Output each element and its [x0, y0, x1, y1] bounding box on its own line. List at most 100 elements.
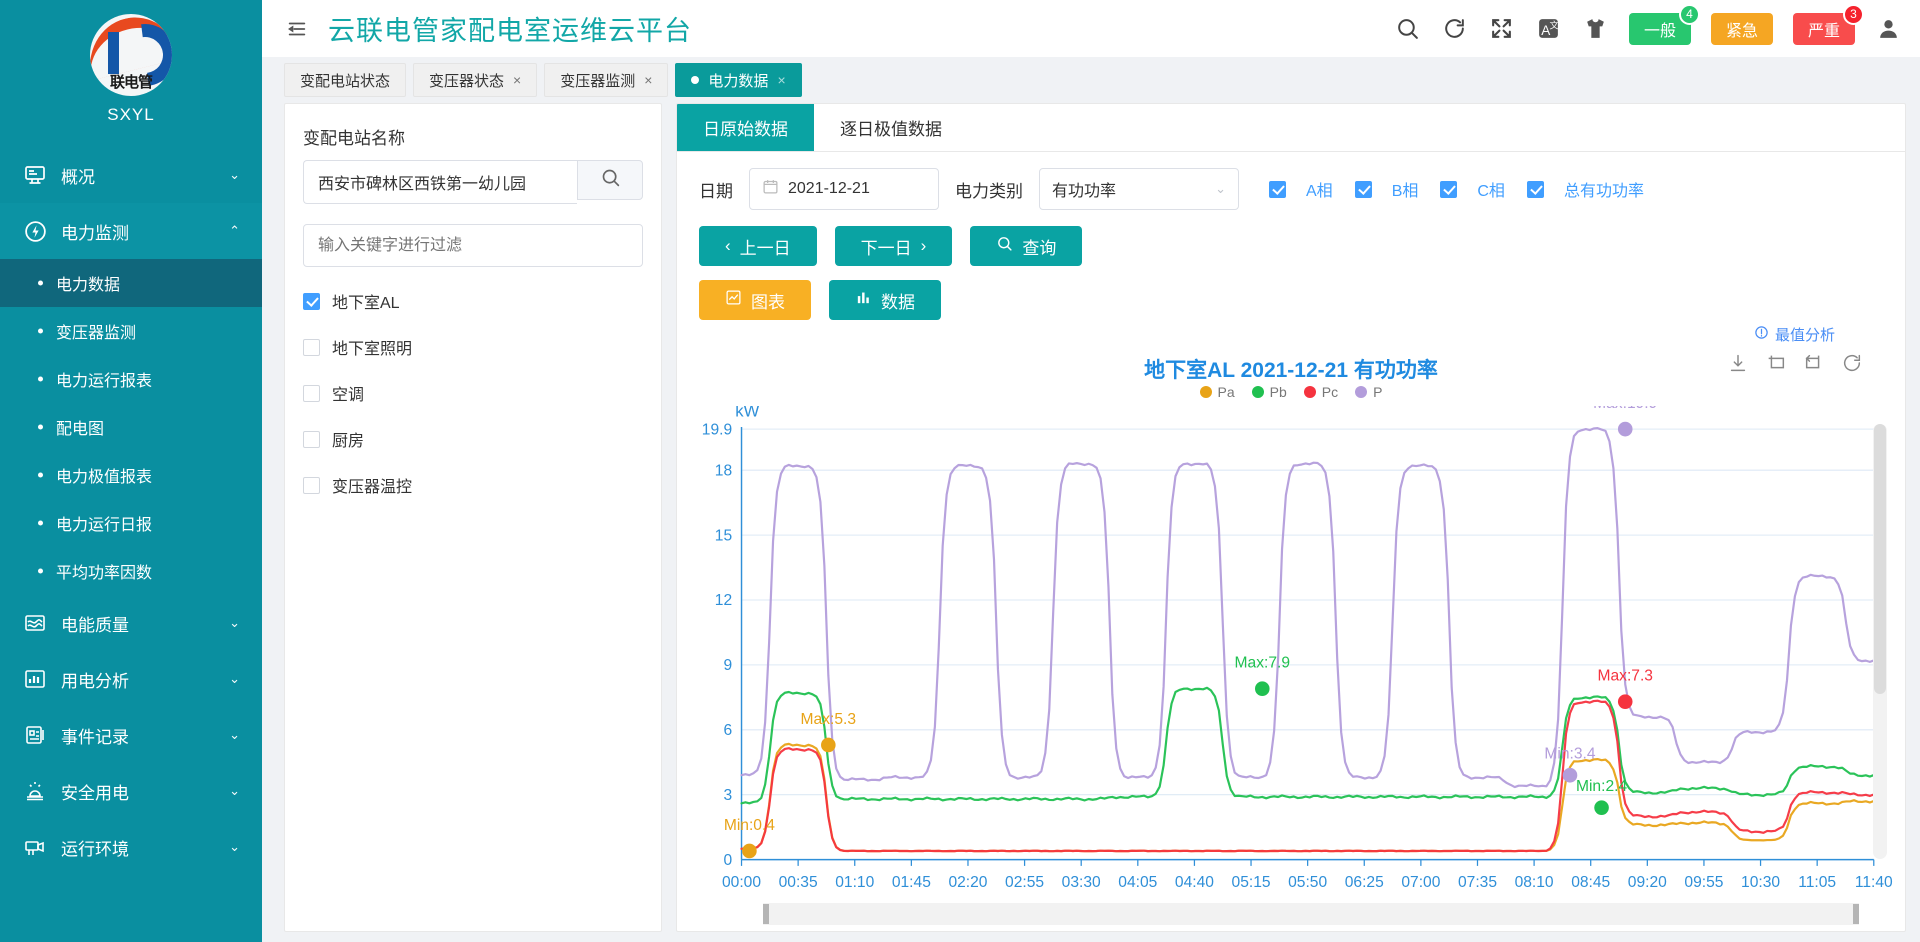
checkbox-label: 总有功功率 [1564, 177, 1644, 201]
close-icon[interactable]: × [777, 72, 785, 88]
chevron-down-icon: ⌄ [1215, 181, 1226, 197]
sidebar-item-distribution-diagram[interactable]: 配电图 [0, 403, 262, 451]
sidebar-item-environment[interactable]: 运行环境 ⌄ [0, 819, 262, 875]
sidebar-subitem-label: 平均功率因数 [56, 559, 152, 583]
checkbox-icon[interactable] [303, 431, 320, 448]
user-avatar-icon[interactable] [1875, 15, 1902, 42]
sidebar-item-transformer-monitor[interactable]: 变压器监测 [0, 307, 262, 355]
sidebar-item-extreme-report[interactable]: 电力极值报表 [0, 451, 262, 499]
app-root: 联电管 SXYL 概况 ⌄ 电力监测 [0, 0, 1920, 942]
theme-shirt-icon[interactable] [1582, 15, 1609, 42]
checkbox-phase-b[interactable]: B相 [1355, 177, 1419, 201]
chart-horizontal-scrollbar[interactable] [763, 903, 1859, 925]
checkbox-icon [1440, 181, 1457, 198]
list-item[interactable]: 地下室AL [303, 285, 643, 317]
alarm-count-badge: 3 [1843, 4, 1864, 25]
checkbox-icon[interactable] [303, 293, 320, 310]
prev-day-button[interactable]: ‹ 上一日 [699, 226, 817, 266]
legend-swatch [1252, 386, 1264, 398]
alarm-pill-severe[interactable]: 严重 3 [1793, 13, 1855, 45]
category-select[interactable]: 有功功率 ⌄ [1039, 168, 1239, 210]
sidebar-item-daily-report[interactable]: 电力运行日报 [0, 499, 262, 547]
date-input[interactable]: 2021-12-21 [749, 168, 939, 210]
sidebar-item-safe-electricity[interactable]: 安全用电 ⌄ [0, 763, 262, 819]
svg-text:9: 9 [723, 657, 732, 674]
list-item[interactable]: 空调 [303, 377, 643, 409]
translate-icon[interactable]: A 文 [1535, 15, 1562, 42]
tab-power-data[interactable]: 电力数据 × [675, 63, 801, 97]
sidebar-subitem-label: 变压器监测 [56, 319, 136, 343]
button-label: 上一日 [740, 234, 791, 259]
data-view-button[interactable]: 数据 [829, 280, 941, 320]
sidebar-item-label: 安全用电 [61, 779, 229, 804]
station-input[interactable] [303, 160, 577, 204]
sidebar-item-power-quality[interactable]: 电能质量 ⌄ [0, 595, 262, 651]
tree-item-label: 变压器温控 [332, 473, 412, 497]
fullscreen-icon[interactable] [1488, 15, 1515, 42]
legend-item-p[interactable]: P [1355, 384, 1382, 400]
sidebar-submenu-power: 电力数据 变压器监测 电力运行报表 配电图 电力极值报表 电力运行日报 [0, 259, 262, 595]
legend-item-pc[interactable]: Pc [1304, 384, 1338, 400]
svg-text:19.9: 19.9 [702, 421, 732, 438]
sidebar-item-power-monitor[interactable]: 电力监测 ⌃ [0, 203, 262, 259]
max-analysis-label: 最值分析 [1775, 324, 1835, 345]
legend-swatch [1355, 386, 1367, 398]
checkbox-label: A相 [1306, 177, 1333, 201]
search-icon[interactable] [1394, 15, 1421, 42]
legend-item-pb[interactable]: Pb [1252, 384, 1287, 400]
sidebar-item-overview[interactable]: 概况 ⌄ [0, 147, 262, 203]
chart-view-button[interactable]: 图表 [699, 280, 811, 320]
list-item[interactable]: 变压器温控 [303, 469, 643, 501]
restore-icon[interactable] [1803, 352, 1825, 374]
checkbox-icon[interactable] [303, 385, 320, 402]
sidebar-item-usage-analysis[interactable]: 用电分析 ⌄ [0, 651, 262, 707]
alarm-label: 严重 [1808, 17, 1840, 41]
download-icon[interactable] [1727, 352, 1749, 374]
tab-transformer-status[interactable]: 变压器状态 × [413, 63, 537, 97]
zoom-area-icon[interactable] [1765, 352, 1787, 374]
svg-text:Max:5.3: Max:5.3 [801, 711, 857, 728]
close-icon[interactable]: × [513, 72, 521, 88]
tab-substation-status[interactable]: 变配电站状态 [284, 63, 406, 97]
view-mode-buttons: 图表 数据 [699, 280, 1883, 320]
sidebar-item-power-data[interactable]: 电力数据 [0, 259, 262, 307]
data-panel: 日原始数据 逐日极值数据 日期 [676, 103, 1906, 932]
alarm-pill-normal[interactable]: 一般 4 [1629, 13, 1691, 45]
checkbox-phase-a[interactable]: A相 [1269, 177, 1333, 201]
tab-daily-extreme-data[interactable]: 逐日极值数据 [814, 104, 968, 151]
sidebar-item-label: 电力监测 [61, 219, 229, 244]
checkbox-icon[interactable] [303, 339, 320, 356]
svg-text:05:50: 05:50 [1288, 874, 1327, 891]
chevron-down-icon: ⌄ [229, 671, 240, 687]
station-search-button[interactable] [577, 160, 643, 200]
tab-daily-raw-data[interactable]: 日原始数据 [677, 104, 814, 151]
sidebar-item-power-report[interactable]: 电力运行报表 [0, 355, 262, 403]
max-analysis-link[interactable]: 最值分析 [1754, 324, 1835, 345]
refresh-icon[interactable] [1441, 15, 1468, 42]
list-item[interactable]: 地下室照明 [303, 331, 643, 363]
legend-item-pa[interactable]: Pa [1200, 384, 1235, 400]
alarm-pill-urgent[interactable]: 紧急 [1711, 13, 1773, 45]
list-item[interactable]: 厨房 [303, 423, 643, 455]
search-icon [996, 235, 1013, 257]
tree-filter-input[interactable] [303, 224, 643, 267]
close-icon[interactable]: × [644, 72, 652, 88]
sidebar-item-event-log[interactable]: 事件记录 ⌄ [0, 707, 262, 763]
station-panel-title: 变配电站名称 [303, 124, 643, 149]
svg-text:02:55: 02:55 [1005, 874, 1044, 891]
chart-vertical-scrollbar[interactable] [1873, 424, 1887, 859]
svg-text:01:45: 01:45 [892, 874, 931, 891]
menu-toggle-icon[interactable] [284, 16, 310, 42]
chevron-right-icon: › [921, 236, 927, 256]
checkbox-phase-c[interactable]: C相 [1440, 177, 1505, 201]
refresh-icon[interactable] [1841, 352, 1863, 374]
query-button[interactable]: 查询 [970, 226, 1082, 266]
next-day-button[interactable]: 下一日 › [835, 226, 953, 266]
checkbox-total-power[interactable]: 总有功功率 [1527, 177, 1644, 201]
button-label: 图表 [751, 288, 785, 313]
tab-transformer-monitor[interactable]: 变压器监测 × [544, 63, 668, 97]
sidebar-item-power-factor[interactable]: 平均功率因数 [0, 547, 262, 595]
tab-label: 变压器监测 [560, 70, 635, 91]
chevron-up-icon: ⌃ [229, 223, 240, 239]
checkbox-icon[interactable] [303, 477, 320, 494]
